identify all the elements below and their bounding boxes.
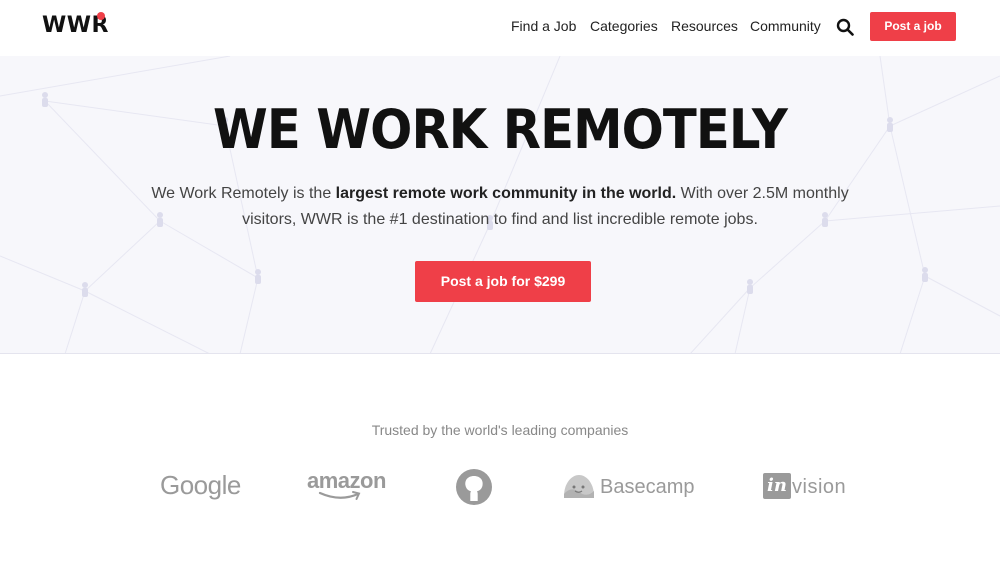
google-logo: Google <box>160 470 241 500</box>
post-job-cta-button[interactable]: Post a job for $299 <box>415 261 591 302</box>
invision-mark-icon: in <box>763 473 791 499</box>
nav-find-a-job[interactable]: Find a Job <box>511 18 576 34</box>
nav-community[interactable]: Community <box>750 18 821 34</box>
hero-description-bold: largest remote work community in the wor… <box>335 185 677 202</box>
nav-resources[interactable]: Resources <box>671 18 738 34</box>
hero-section: WE WORK REMOTELY We Work Remotely is the… <box>0 56 1000 354</box>
search-icon[interactable] <box>836 18 854 36</box>
invision-logo: vision <box>792 476 847 498</box>
logo-dot-icon <box>97 12 105 20</box>
hero-description-lead: We Work Remotely is the <box>151 185 336 202</box>
nav-categories[interactable]: Categories <box>590 18 658 34</box>
github-icon <box>456 469 492 505</box>
basecamp-icon <box>564 475 594 498</box>
page-title: WE WORK REMOTELY <box>213 98 788 161</box>
basecamp-logo: Basecamp <box>600 476 695 498</box>
amazon-smile-icon <box>318 491 361 500</box>
trusted-heading: Trusted by the world's leading companies <box>371 422 629 438</box>
post-job-button[interactable]: Post a job <box>870 12 956 41</box>
hero-description: We Work Remotely is the largest remote w… <box>150 181 850 233</box>
site-header: WWR Find a Job Categories Resources Comm… <box>0 0 1000 56</box>
